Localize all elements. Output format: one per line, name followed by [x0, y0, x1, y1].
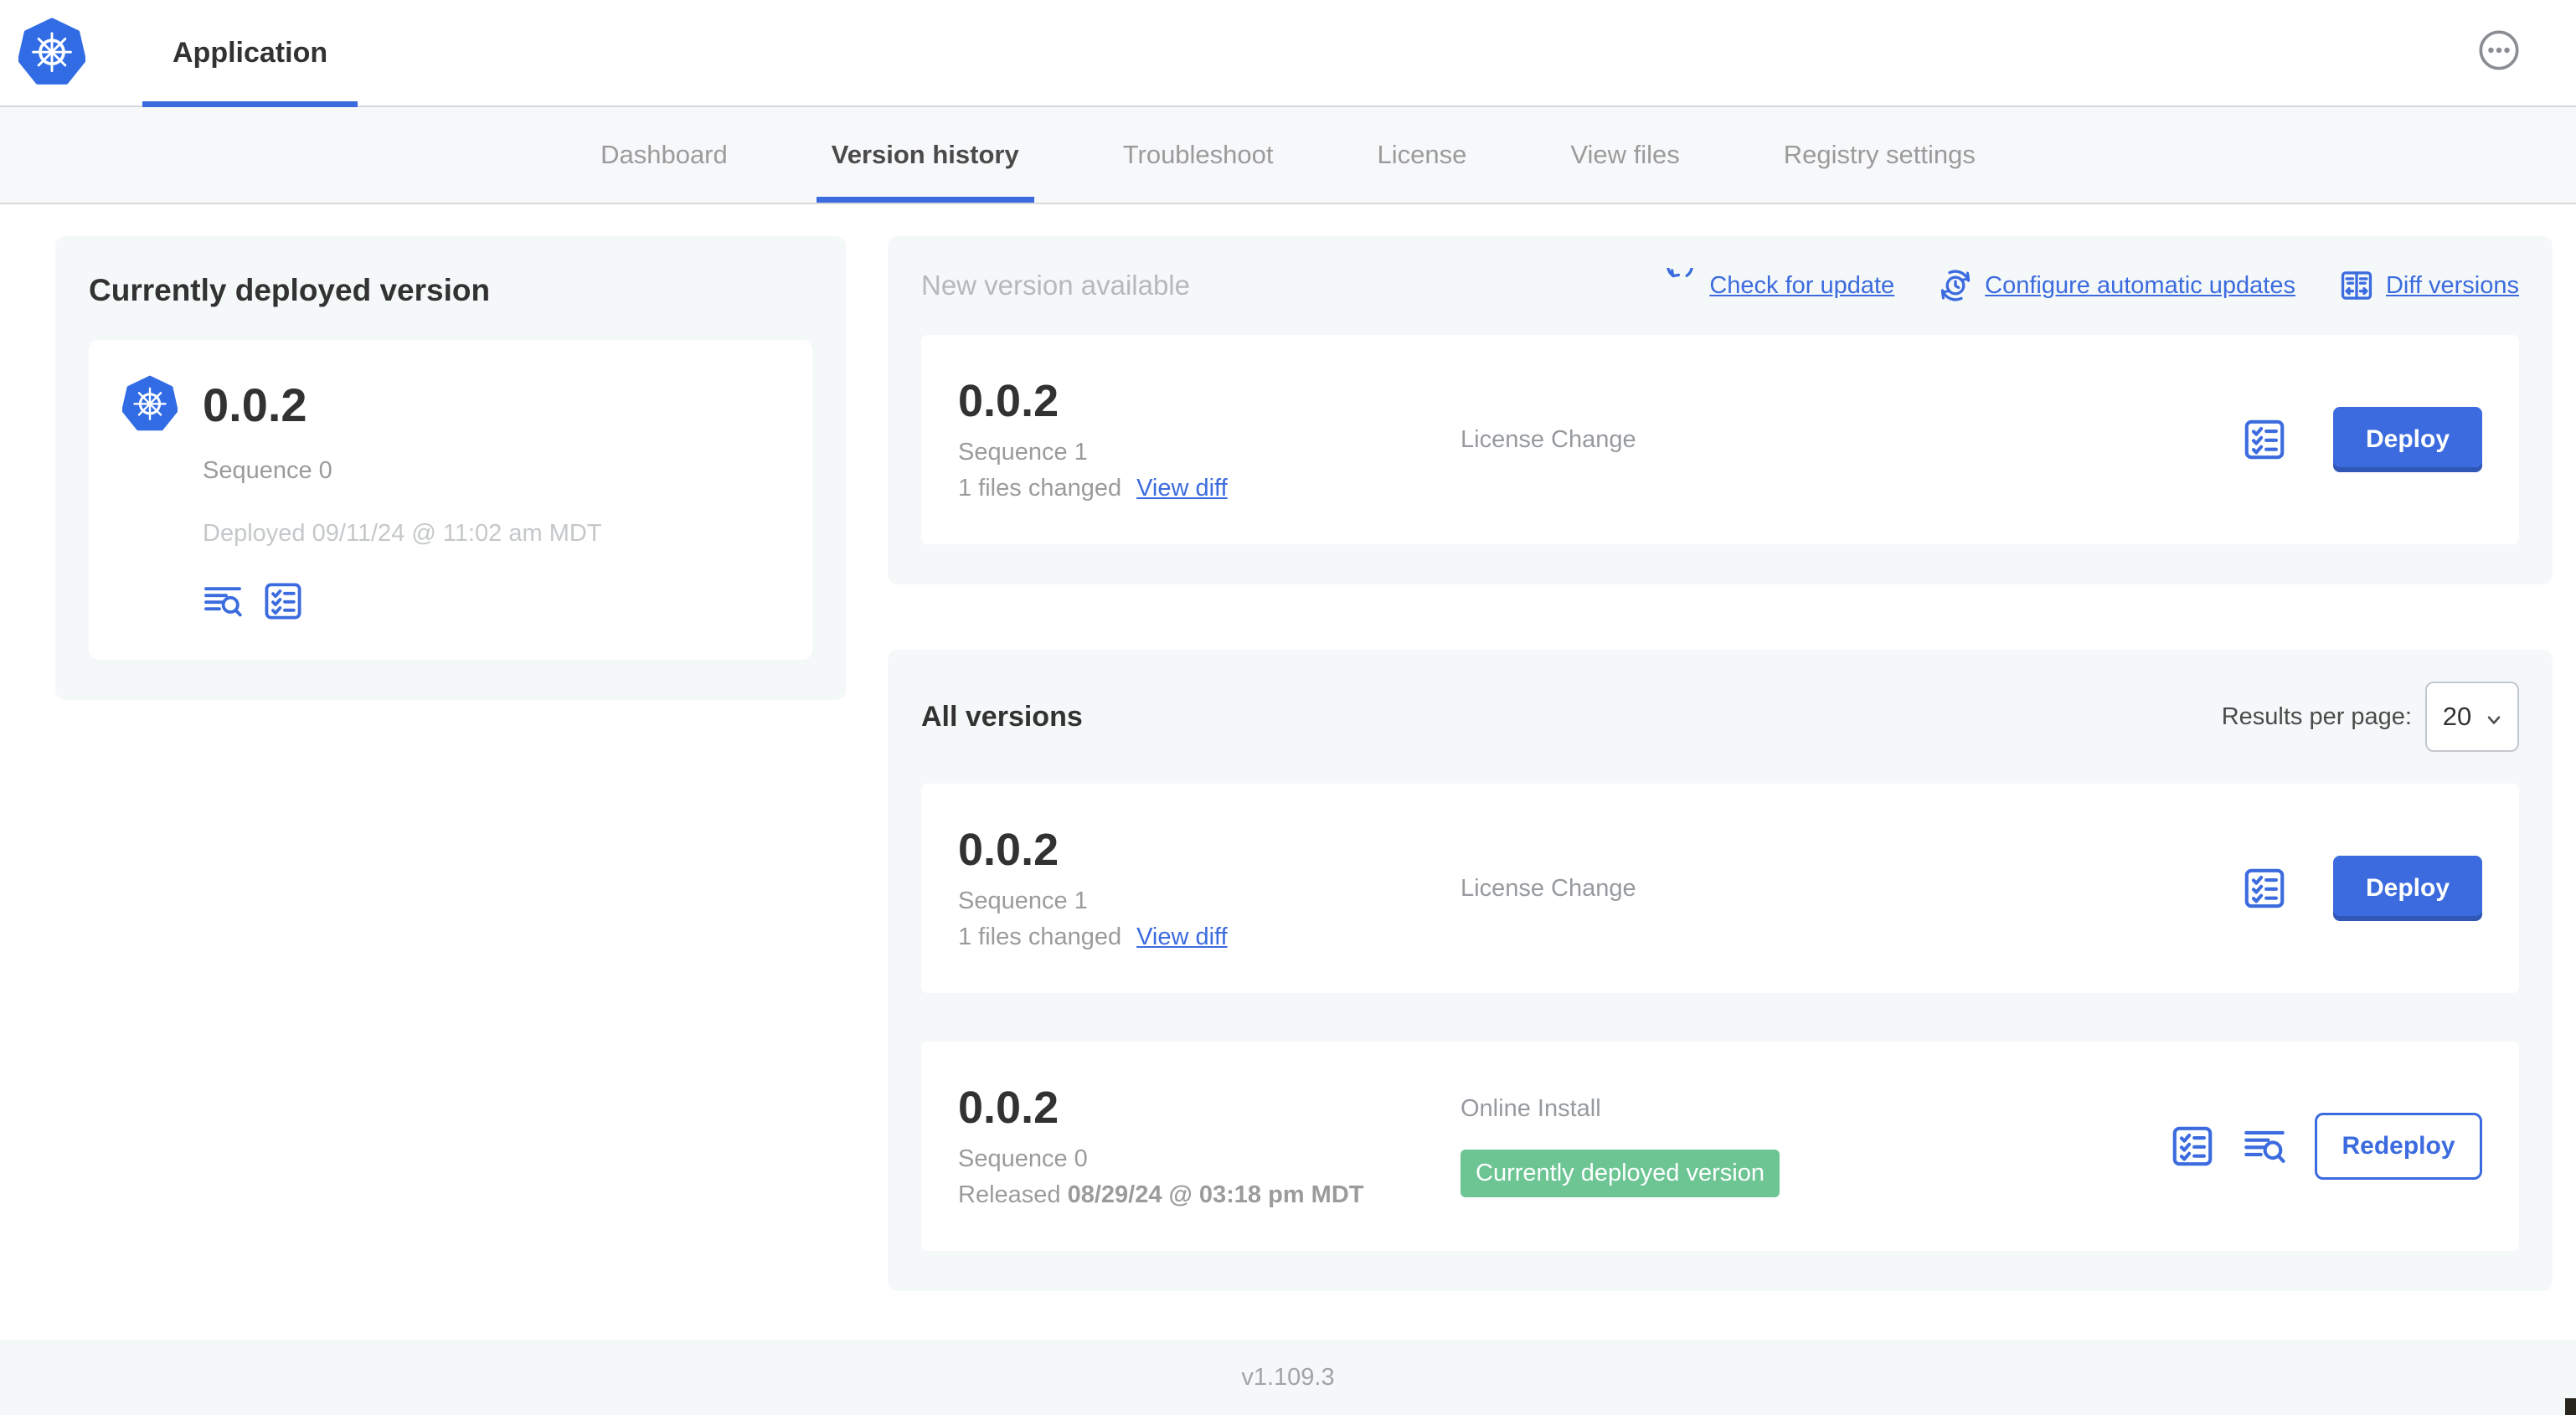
release-notes-button[interactable] — [2243, 418, 2286, 461]
logs-icon — [204, 587, 242, 617]
all-versions-heading: All versions — [921, 700, 1083, 733]
results-per-page-value: 20 — [2442, 702, 2472, 731]
version-sequence: Sequence 1 — [958, 887, 1088, 914]
tab-label: Registry settings — [1783, 140, 1976, 169]
version-source: Online Install — [1461, 1095, 1601, 1122]
checklist-icon — [2243, 867, 2286, 910]
tab-troubleshoot[interactable]: Troubleshoot — [1071, 107, 1326, 203]
view-diff-link[interactable]: View diff — [1136, 924, 1228, 951]
view-logs-button[interactable] — [203, 581, 243, 621]
diff-icon — [2341, 271, 2372, 300]
tab-label: Troubleshoot — [1122, 140, 1274, 169]
logs-icon — [2243, 1124, 2286, 1168]
check-for-update-link[interactable]: Check for update — [1662, 268, 1894, 303]
chevron-down-icon — [2487, 716, 2501, 724]
new-version-row: 0.0.2 Sequence 1 1 files changed View di… — [921, 335, 2519, 544]
deploy-button[interactable]: Deploy — [2333, 407, 2482, 472]
check-for-update-label: Check for update — [1709, 271, 1895, 299]
diff-versions-link[interactable]: Diff versions — [2339, 268, 2519, 303]
tab-label: Dashboard — [600, 140, 728, 169]
tab-version-history[interactable]: Version history — [780, 107, 1071, 203]
tab-label: License — [1377, 140, 1467, 169]
app-tab[interactable]: Application — [139, 0, 361, 107]
new-version-panel: New version available Check for update C… — [888, 236, 2553, 584]
tab-license[interactable]: License — [1326, 107, 1519, 203]
release-notes-button[interactable] — [2243, 867, 2286, 910]
files-changed-label: 1 files changed — [958, 923, 1122, 950]
active-app-tab-underline — [142, 101, 358, 107]
view-diff-link[interactable]: View diff — [1136, 475, 1228, 502]
app-footer: v1.109.3 — [0, 1340, 2576, 1415]
version-source: License Change — [1461, 425, 1636, 453]
screen-corner-artifact — [2565, 1398, 2576, 1415]
released-label: Released — [958, 1181, 1061, 1208]
active-tab-underline — [816, 197, 1034, 203]
results-per-page-select[interactable]: 20 — [2425, 682, 2519, 752]
version-number: 0.0.2 — [958, 825, 1059, 876]
version-row-sequence-0: 0.0.2 Sequence 0 Released 08/29/24 @ 03:… — [921, 1042, 2519, 1251]
tab-dashboard[interactable]: Dashboard — [549, 107, 780, 203]
currently-deployed-panel: Currently deployed version 0.0.2 Sequenc… — [55, 236, 846, 700]
version-row-sequence-1: 0.0.2 Sequence 1 1 files changed View di… — [921, 784, 2519, 993]
version-sequence: Sequence 0 — [958, 1145, 1088, 1172]
released-timestamp: Released 08/29/24 @ 03:18 pm MDT — [958, 1181, 1461, 1209]
version-number: 0.0.2 — [958, 1083, 1059, 1134]
diff-versions-label: Diff versions — [2385, 271, 2519, 299]
tab-label: Version history — [831, 140, 1019, 169]
version-source: License Change — [1461, 874, 1636, 902]
view-logs-button[interactable] — [2243, 1124, 2286, 1168]
configure-automatic-updates-link[interactable]: Configure automatic updates — [1938, 268, 2295, 303]
deployed-sequence: Sequence 0 — [203, 457, 332, 484]
checklist-icon — [2171, 1124, 2214, 1168]
currently-deployed-title: Currently deployed version — [89, 273, 491, 307]
refresh-icon — [1667, 268, 1694, 278]
release-notes-button[interactable] — [263, 581, 303, 621]
released-date: 08/29/24 @ 03:18 pm MDT — [1067, 1181, 1364, 1208]
files-changed-label: 1 files changed — [958, 474, 1122, 502]
redeploy-button[interactable]: Redeploy — [2315, 1113, 2482, 1180]
section-nav: Dashboard Version history Troubleshoot L… — [0, 107, 2576, 204]
auto-update-clock-icon — [1940, 270, 1971, 301]
currently-deployed-card: 0.0.2 Sequence 0 Deployed 09/11/24 @ 11:… — [89, 340, 812, 660]
checklist-icon — [2243, 418, 2286, 461]
deployed-version-number: 0.0.2 — [203, 378, 307, 431]
new-version-heading: New version available — [921, 270, 1190, 301]
overflow-menu-icon[interactable] — [2477, 28, 2521, 72]
version-number: 0.0.2 — [958, 376, 1059, 427]
tab-registry-settings[interactable]: Registry settings — [1732, 107, 2027, 203]
tab-label: View files — [1570, 140, 1680, 169]
tab-view-files[interactable]: View files — [1518, 107, 1731, 203]
kubernetes-logo-icon — [122, 375, 178, 431]
deploy-button[interactable]: Deploy — [2333, 856, 2482, 921]
configure-automatic-updates-label: Configure automatic updates — [1985, 271, 2295, 299]
currently-deployed-badge: Currently deployed version — [1461, 1150, 1780, 1197]
version-sequence: Sequence 1 — [958, 438, 1088, 466]
app-title: Application — [173, 36, 328, 69]
console-version: v1.109.3 — [1241, 1363, 1335, 1391]
results-per-page-label: Results per page: — [2221, 702, 2412, 730]
app-header: Application — [0, 0, 2576, 107]
main-content: Currently deployed version 0.0.2 Sequenc… — [0, 206, 2576, 1340]
all-versions-panel: All versions Results per page: 20 0.0.2 … — [888, 650, 2553, 1291]
checklist-icon — [265, 583, 301, 620]
release-notes-button[interactable] — [2171, 1124, 2214, 1168]
kubernetes-logo-icon — [18, 18, 85, 88]
deployed-timestamp: Deployed 09/11/24 @ 11:02 am MDT — [203, 520, 602, 547]
